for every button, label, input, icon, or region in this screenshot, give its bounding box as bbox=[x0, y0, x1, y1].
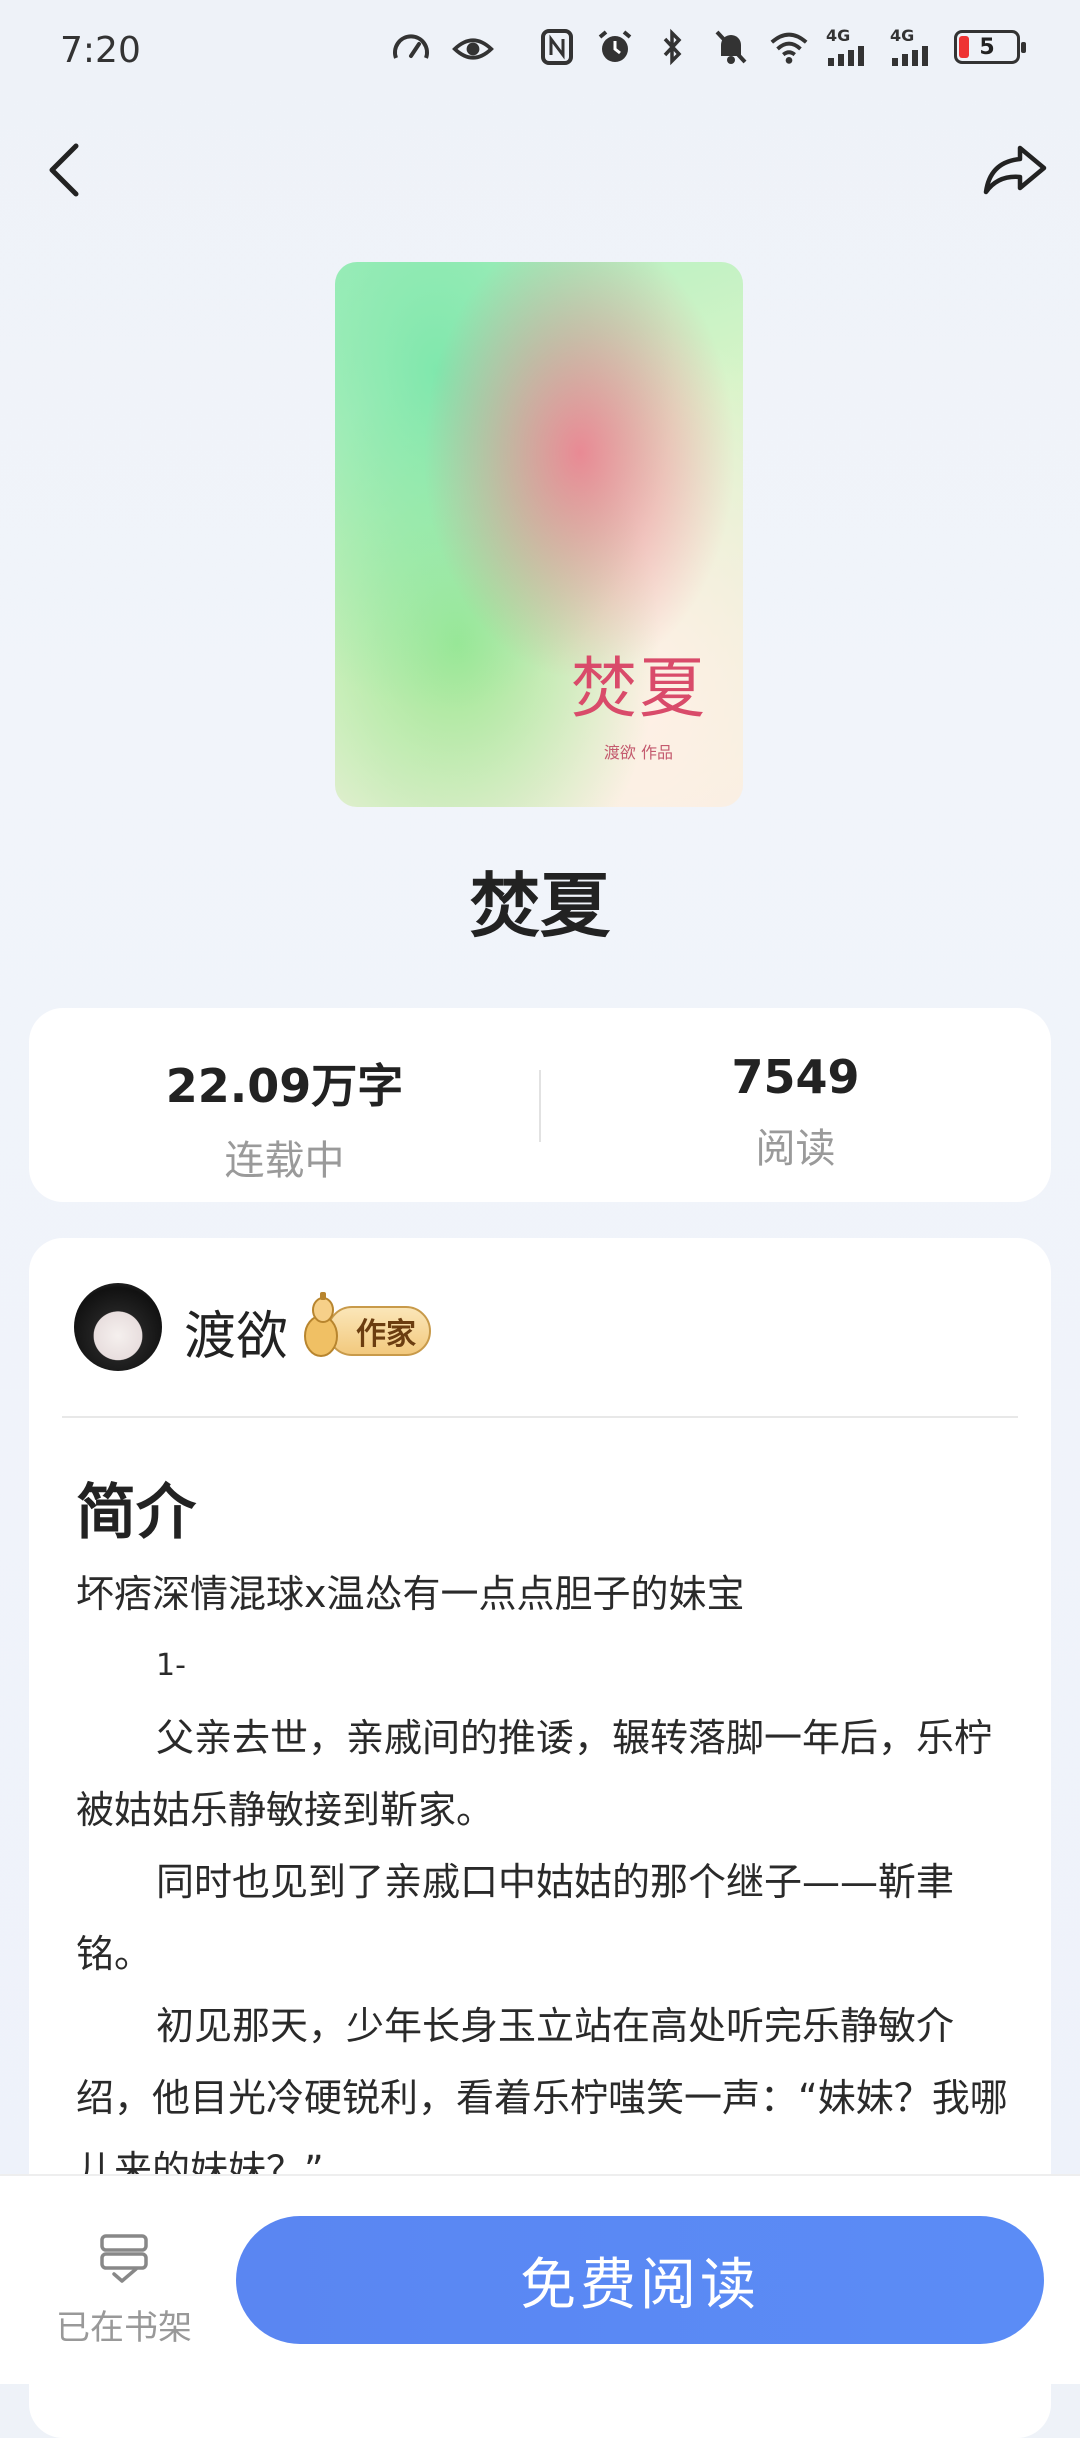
status-right-icons: 4G 4G 5 bbox=[536, 26, 1026, 68]
intro-heading: 简介 bbox=[76, 1478, 196, 1548]
gourd-icon bbox=[304, 1292, 338, 1357]
chevron-left-icon bbox=[49, 143, 79, 197]
author-name[interactable]: 渡欲 bbox=[184, 1294, 288, 1369]
intro-tagline: 坏痞深情混球x温怂有一点点胆子的妹宝 bbox=[76, 1572, 745, 1616]
free-read-button[interactable]: 免费阅读 bbox=[236, 2216, 1044, 2344]
signal-icon-2: 4G bbox=[890, 26, 938, 68]
nfc-icon bbox=[536, 26, 578, 68]
card-divider bbox=[62, 1416, 1018, 1418]
top-nav bbox=[0, 130, 1080, 210]
cover-subtitle: 渡欲 作品 bbox=[603, 743, 673, 762]
intro-paragraph-1: 父亲去世，亲戚间的推诿，辗转落脚一年后，乐柠被姑姑乐静敏接到靳家。 bbox=[76, 1716, 993, 1832]
bluetooth-icon bbox=[652, 26, 694, 68]
book-cover[interactable]: 焚夏 渡欲 作品 bbox=[335, 262, 743, 807]
stats-card: 22.09万字 连载中 7549 阅读 bbox=[29, 1008, 1051, 1202]
alarm-icon bbox=[594, 26, 636, 68]
reads-label: 阅读 bbox=[755, 1126, 836, 1172]
cover-title: 焚夏 bbox=[571, 650, 707, 727]
wifi-icon bbox=[768, 26, 810, 68]
signal-icon-1: 4G bbox=[826, 26, 874, 68]
mute-bell-icon bbox=[710, 26, 752, 68]
stat-reads: 7549 阅读 bbox=[540, 1008, 1051, 1202]
bookshelf-button[interactable]: 已在书架 bbox=[44, 2228, 204, 2349]
share-icon bbox=[983, 145, 1047, 195]
battery-level: 5 bbox=[979, 34, 995, 60]
word-count-value: 22.09万字 bbox=[165, 1059, 404, 1113]
bookshelf-icon bbox=[100, 2234, 148, 2283]
author-badge: 作家 bbox=[301, 1288, 431, 1360]
speedometer-icon bbox=[390, 28, 432, 70]
status-bar: 7:20 4G 4G 5 bbox=[0, 0, 1080, 110]
back-button[interactable] bbox=[24, 130, 104, 210]
book-title: 焚夏 bbox=[470, 865, 610, 947]
serial-status-label: 连载中 bbox=[224, 1138, 345, 1184]
reads-value: 7549 bbox=[731, 1050, 860, 1104]
share-button[interactable] bbox=[970, 130, 1060, 210]
intro-paragraph-2: 同时也见到了亲戚口中姑姑的那个继子——靳聿铭。 bbox=[76, 1860, 955, 1976]
author-avatar[interactable] bbox=[74, 1283, 162, 1371]
status-center-icons bbox=[390, 28, 494, 70]
intro-marker: 1- bbox=[156, 1648, 186, 1683]
bottom-action-bar: 已在书架 免费阅读 bbox=[0, 2174, 1080, 2384]
battery-icon: 5 bbox=[954, 30, 1026, 64]
intro-body: 坏痞深情混球x温怂有一点点胆子的妹宝 1- 父亲去世，亲戚间的推诿，辗转落脚一年… bbox=[76, 1558, 1022, 2206]
status-time: 7:20 bbox=[60, 30, 141, 71]
stat-word-count: 22.09万字 连载中 bbox=[29, 1008, 540, 1202]
bookshelf-label: 已在书架 bbox=[56, 2308, 192, 2348]
eye-icon bbox=[452, 28, 494, 70]
